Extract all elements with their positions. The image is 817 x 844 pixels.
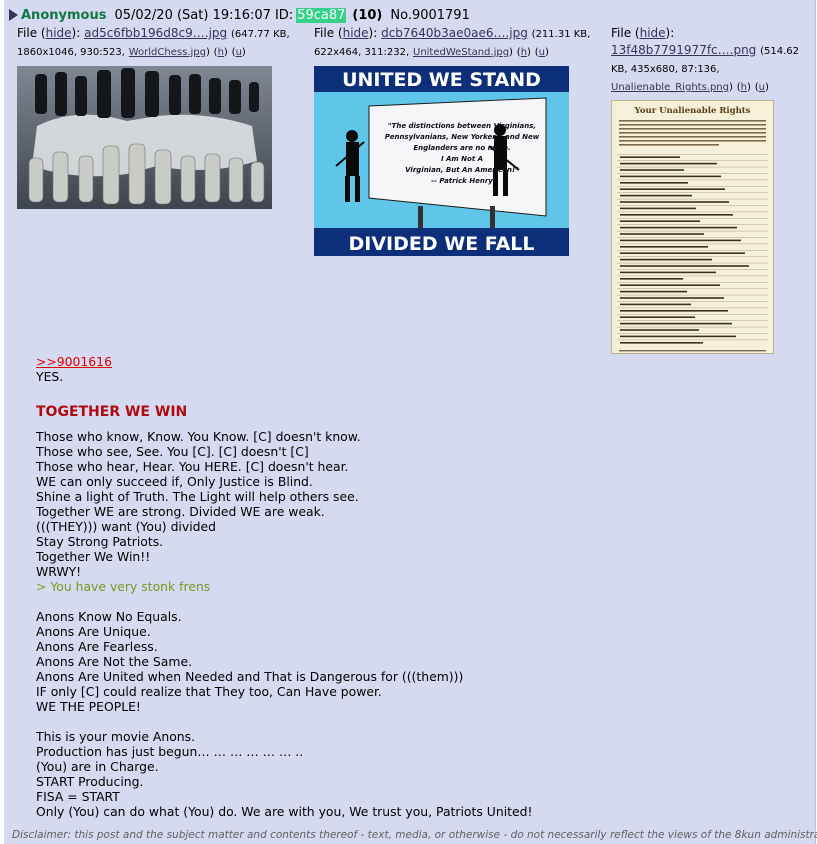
post-intro: Anonymous 05/02/20 (Sat) 19:16:07 ID: 59… xyxy=(9,6,470,24)
doc-title: Your Unalienable Rights xyxy=(634,106,751,116)
billboard-line-1: "The distinctions between Virginians, xyxy=(388,122,536,130)
file-3-u-link[interactable]: u xyxy=(759,82,765,93)
file-2-info: File (hide): dcb7640b3ae0ae6….jpg (211.3… xyxy=(314,26,591,58)
file-1-info: File (hide): ad5c6fbb196d8c9….jpg (647.7… xyxy=(17,26,290,58)
body-line: IF only [C] could realize that They too,… xyxy=(36,684,382,699)
billboard-line-4: I Am Not A xyxy=(441,155,483,163)
body-line: START Producing. xyxy=(36,774,144,789)
greentext-line: > You have very stonk frens xyxy=(36,579,211,594)
body-line: Together WE are strong. Divided WE are w… xyxy=(36,504,325,519)
file-3-h-link[interactable]: h xyxy=(741,82,747,93)
file-1-original-name[interactable]: WorldChess.jpg xyxy=(129,47,206,58)
hide-link[interactable]: hide xyxy=(640,26,666,40)
post-container: Anonymous 05/02/20 (Sat) 19:16:07 ID: 59… xyxy=(4,0,817,844)
body-line: WRWY! xyxy=(36,564,82,579)
file-2-h-link[interactable]: h xyxy=(521,47,527,58)
file-label: File xyxy=(17,26,38,40)
file-3: File (hide): 13f48b7791977fc….png (514.6… xyxy=(611,25,806,354)
body-line: Those who hear, Hear. You HERE. [C] does… xyxy=(36,459,349,474)
body-line: Together We Win!! xyxy=(36,549,151,564)
body-line: Production has just begun… … … … … … .. xyxy=(36,744,304,759)
body-line: Those who know, Know. You Know. [C] does… xyxy=(36,429,361,444)
poster-name: Anonymous xyxy=(21,7,107,23)
body-line: Anons Are United when Needed and That is… xyxy=(36,669,464,684)
reply-count: (10) xyxy=(352,7,383,23)
file-1-u-link[interactable]: u xyxy=(236,47,242,58)
body-block-3: This is your movie Anons. Production has… xyxy=(36,729,796,819)
file-1: File (hide): ad5c6fbb196d8c9….jpg (647.7… xyxy=(17,25,302,209)
body-line: Anons Are Unique. xyxy=(36,624,151,639)
post-menu-triangle-icon[interactable] xyxy=(9,9,18,21)
body-line: Only (You) can do what (You) do. We are … xyxy=(36,804,533,819)
file-3-info: File (hide): 13f48b7791977fc….png (514.6… xyxy=(611,26,800,93)
post-body: >>9001616 YES. TOGETHER WE WIN Those who… xyxy=(36,354,796,819)
file-3-filename-link[interactable]: 13f48b7791977fc….png xyxy=(611,43,756,57)
billboard-line-6: -- Patrick Henry xyxy=(431,177,493,185)
body-line: Those who see, See. You [C]. [C] doesn't… xyxy=(36,444,309,459)
united-we-stand-thumbnail[interactable]: UNITED WE STAND "The distinctions betwee… xyxy=(314,66,569,256)
body-line: Anons Are Not the Same. xyxy=(36,654,193,669)
body-line: WE THE PEOPLE! xyxy=(36,699,141,714)
file-2: File (hide): dcb7640b3ae0ae6….jpg (211.3… xyxy=(314,25,599,256)
file-label: File xyxy=(314,26,335,40)
body-heading: TOGETHER WE WIN xyxy=(36,404,188,420)
file-3-original-name[interactable]: Unalienable_Rights.png xyxy=(611,82,729,93)
body-line: (You) are in Charge. xyxy=(36,759,159,774)
body-line: FISA = START xyxy=(36,789,120,804)
hide-link[interactable]: hide xyxy=(343,26,369,40)
body-line: Shine a light of Truth. The Light will h… xyxy=(36,489,359,504)
file-2-original-name[interactable]: UnitedWeStand.jpg xyxy=(413,47,509,58)
poster-id[interactable]: 59ca87 xyxy=(296,7,347,23)
file-2-u-link[interactable]: u xyxy=(539,47,545,58)
post-date: 05/02/20 (Sat) 19:16:07 xyxy=(114,7,271,23)
world-chess-thumbnail[interactable] xyxy=(17,66,272,209)
billboard-line-2: Pennsylvanians, New Yorkers, and New xyxy=(385,133,540,141)
reply-quote-link[interactable]: >>9001616 xyxy=(36,354,112,369)
banner-top-text: UNITED WE STAND xyxy=(342,69,541,91)
banner-bottom-text: DIVIDED WE FALL xyxy=(348,233,534,255)
body-block-2: Anons Know No Equals. Anons Are Unique. … xyxy=(36,609,796,714)
body-line-yes: YES. xyxy=(36,369,64,384)
body-line: Stay Strong Patriots. xyxy=(36,534,164,549)
hide-link[interactable]: hide xyxy=(46,26,72,40)
post-number[interactable]: No.9001791 xyxy=(390,8,469,23)
id-label: ID: xyxy=(274,7,294,23)
body-line: Anons Know No Equals. xyxy=(36,609,182,624)
body-line: Anons Are Fearless. xyxy=(36,639,158,654)
file-1-h-link[interactable]: h xyxy=(218,47,224,58)
unalienable-rights-thumbnail[interactable]: Your Unalienable Rights xyxy=(611,100,774,354)
disclaimer: Disclaimer: this post and the subject ma… xyxy=(12,829,817,841)
file-2-filename-link[interactable]: dcb7640b3ae0ae6….jpg xyxy=(381,26,528,40)
file-label: File xyxy=(611,26,632,40)
body-line: (((THEY))) want (You) divided xyxy=(36,519,217,534)
body-block-1: Those who know, Know. You Know. [C] does… xyxy=(36,429,796,579)
file-1-filename-link[interactable]: ad5c6fbb196d8c9….jpg xyxy=(84,26,227,40)
body-line: WE can only succeed if, Only Justice is … xyxy=(36,474,313,489)
body-line: This is your movie Anons. xyxy=(36,729,196,744)
